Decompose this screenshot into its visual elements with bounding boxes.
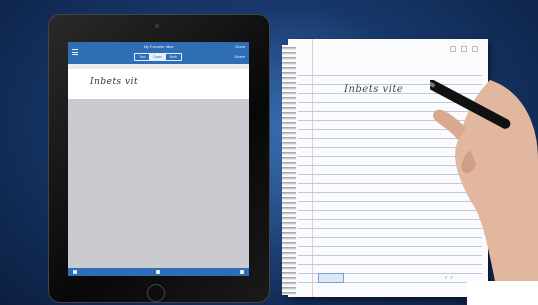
hand-with-pen <box>430 80 538 305</box>
spiral-binding <box>282 45 296 295</box>
ipad-handwriting: Inbets vit <box>90 77 139 87</box>
share-button[interactable]: Share <box>234 54 245 59</box>
done-button[interactable]: Done <box>235 44 245 49</box>
app-title: My Favorite Idea <box>143 44 174 49</box>
tab-draw[interactable]: Draw <box>149 54 166 60</box>
tab-both[interactable]: Both <box>166 54 181 60</box>
scene: My Favorite Idea Done Text Draw Both Sha… <box>0 0 538 305</box>
notepad-icons <box>450 46 478 52</box>
tab-text[interactable]: Text <box>135 54 149 60</box>
square-icon <box>450 46 456 52</box>
ipad-device: My Favorite Idea Done Text Draw Both Sha… <box>48 14 270 303</box>
mode-segmented-control[interactable]: Text Draw Both <box>134 53 182 61</box>
corner-overlay <box>467 281 538 305</box>
camera-icon <box>155 24 159 28</box>
margin-line <box>312 39 313 297</box>
note-page[interactable]: Inbets vit <box>68 69 249 99</box>
notepad-handwriting: Inbets vite <box>344 84 404 95</box>
ipad-screen: My Favorite Idea Done Text Draw Both Sha… <box>68 42 249 276</box>
menu-icon[interactable] <box>72 49 78 55</box>
app-bottom-bar <box>68 268 249 276</box>
square-icon <box>461 46 467 52</box>
notepad-logo <box>318 273 344 283</box>
trash-icon[interactable] <box>240 270 244 274</box>
square-icon <box>472 46 478 52</box>
home-button[interactable] <box>147 284 165 302</box>
pen-icon[interactable] <box>73 270 77 274</box>
share-icon[interactable] <box>156 270 160 274</box>
app-top-bar: My Favorite Idea Done Text Draw Both Sha… <box>68 42 249 64</box>
